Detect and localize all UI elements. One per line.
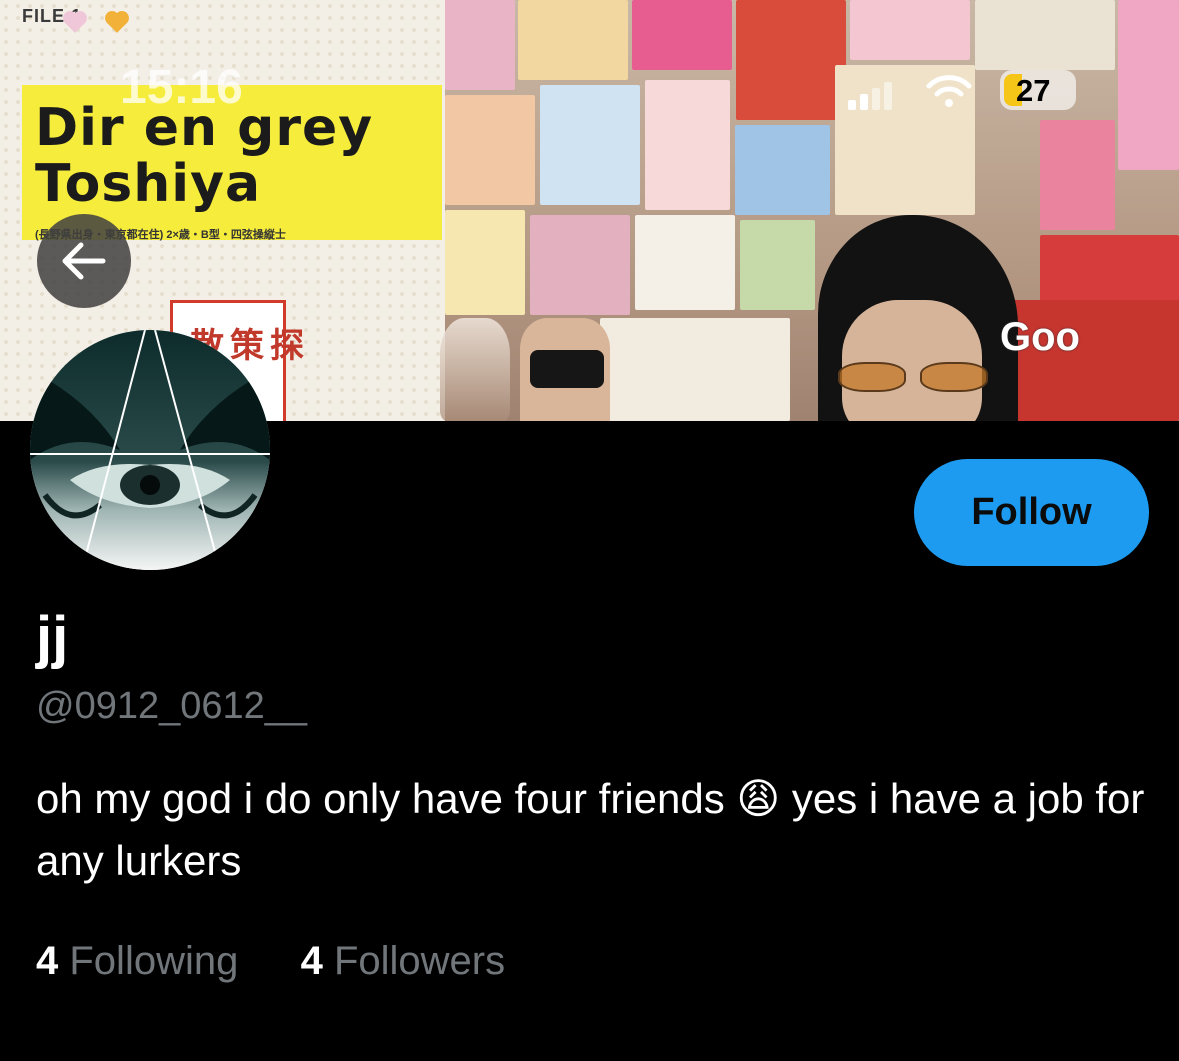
wristband <box>530 350 604 388</box>
avatar-image <box>30 330 270 570</box>
follow-button[interactable]: Follow <box>914 459 1149 566</box>
wifi-icon <box>926 75 972 107</box>
followers-stat[interactable]: 4 Followers <box>301 939 506 983</box>
battery-icon: 27 <box>1000 70 1076 110</box>
bottle <box>440 318 510 421</box>
followers-count: 4 <box>300 939 323 983</box>
person-face <box>842 300 982 421</box>
username-handle: @0912_0612__ <box>36 685 308 727</box>
follow-stats: 4 Following 4 Followers <box>36 937 505 985</box>
followers-label: Followers <box>333 939 506 983</box>
banner-title: Dir en grey Toshiya <box>35 98 374 214</box>
sunglasses <box>832 362 992 392</box>
following-label: Following <box>69 939 239 983</box>
avatar[interactable] <box>30 330 270 570</box>
back-button[interactable] <box>37 214 131 308</box>
following-count: 4 <box>36 939 59 983</box>
status-bar: 27 <box>848 70 1078 110</box>
store-sign: Goo <box>1000 315 1080 359</box>
following-stat[interactable]: 4 Following <box>36 939 249 983</box>
display-name: jj <box>36 605 69 670</box>
battery-level: 27 <box>1016 73 1051 108</box>
arrow-left-icon <box>62 242 106 280</box>
profile-bio: oh my god i do only have four friends 😩 … <box>36 775 1145 884</box>
